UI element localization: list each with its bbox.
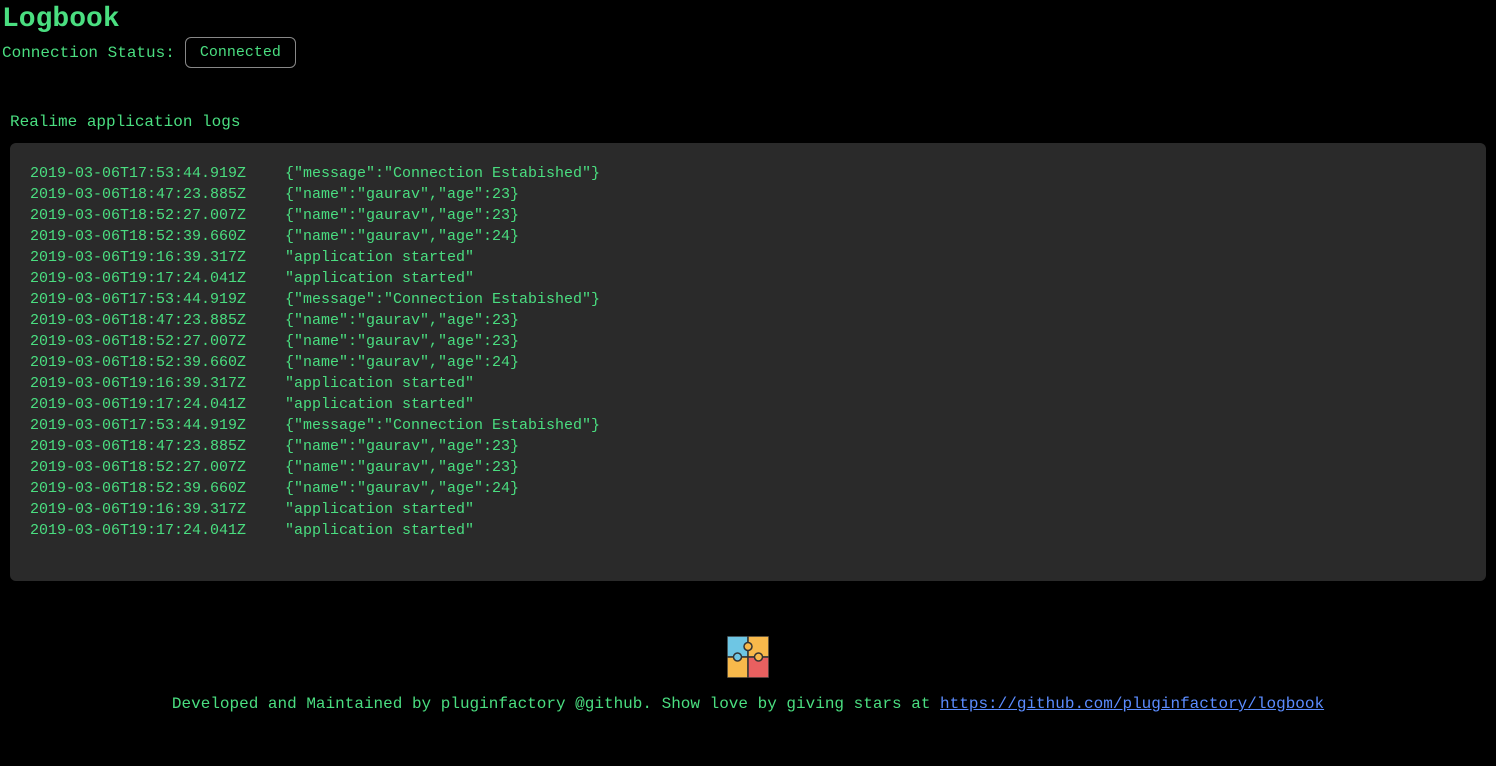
log-row: 2019-03-06T19:17:24.041Z"application sta… [30,268,1466,289]
logs-section-title: Realime application logs [10,113,1496,131]
log-timestamp: 2019-03-06T18:52:27.007Z [30,331,285,352]
log-timestamp: 2019-03-06T19:17:24.041Z [30,268,285,289]
logs-container[interactable]: 2019-03-06T17:53:44.919Z{"message":"Conn… [10,143,1486,581]
log-row: 2019-03-06T19:16:39.317Z"application sta… [30,499,1466,520]
logs-section: Realime application logs 2019-03-06T17:5… [0,113,1496,581]
footer: Developed and Maintained by pluginfactor… [0,636,1496,713]
log-payload: {"name":"gaurav","age":24} [285,478,519,499]
log-row: 2019-03-06T19:17:24.041Z"application sta… [30,520,1466,541]
log-row: 2019-03-06T18:52:39.660Z{"name":"gaurav"… [30,352,1466,373]
log-timestamp: 2019-03-06T18:47:23.885Z [30,184,285,205]
log-payload: {"message":"Connection Estabished"} [285,289,600,310]
log-payload: "application started" [285,247,474,268]
log-timestamp: 2019-03-06T19:16:39.317Z [30,373,285,394]
log-payload: {"name":"gaurav","age":23} [285,184,519,205]
log-payload: {"name":"gaurav","age":23} [285,310,519,331]
log-row: 2019-03-06T19:16:39.317Z"application sta… [30,247,1466,268]
log-payload: {"name":"gaurav","age":24} [285,352,519,373]
log-payload: {"message":"Connection Estabished"} [285,163,600,184]
log-row: 2019-03-06T18:47:23.885Z{"name":"gaurav"… [30,184,1466,205]
log-payload: {"message":"Connection Estabished"} [285,415,600,436]
log-payload: "application started" [285,520,474,541]
log-row: 2019-03-06T18:47:23.885Z{"name":"gaurav"… [30,436,1466,457]
log-timestamp: 2019-03-06T18:52:27.007Z [30,457,285,478]
log-timestamp: 2019-03-06T19:17:24.041Z [30,394,285,415]
footer-text-before: Developed and Maintained by pluginfactor… [172,695,940,713]
status-label: Connection Status: [2,44,175,62]
log-row: 2019-03-06T18:47:23.885Z{"name":"gaurav"… [30,310,1466,331]
footer-text: Developed and Maintained by pluginfactor… [0,695,1496,713]
log-row: 2019-03-06T17:53:44.919Z{"message":"Conn… [30,415,1466,436]
log-payload: {"name":"gaurav","age":23} [285,331,519,352]
log-payload: "application started" [285,373,474,394]
log-payload: "application started" [285,394,474,415]
log-timestamp: 2019-03-06T17:53:44.919Z [30,163,285,184]
log-payload: {"name":"gaurav","age":23} [285,457,519,478]
puzzle-icon [727,636,769,683]
log-timestamp: 2019-03-06T18:52:39.660Z [30,352,285,373]
status-line: Connection Status: Connected [2,37,1496,68]
log-timestamp: 2019-03-06T18:47:23.885Z [30,310,285,331]
log-payload: {"name":"gaurav","age":24} [285,226,519,247]
log-row: 2019-03-06T18:52:39.660Z{"name":"gaurav"… [30,478,1466,499]
log-payload: {"name":"gaurav","age":23} [285,436,519,457]
log-timestamp: 2019-03-06T18:52:27.007Z [30,205,285,226]
log-row: 2019-03-06T17:53:44.919Z{"message":"Conn… [30,289,1466,310]
log-timestamp: 2019-03-06T19:17:24.041Z [30,520,285,541]
log-timestamp: 2019-03-06T17:53:44.919Z [30,289,285,310]
log-timestamp: 2019-03-06T18:52:39.660Z [30,226,285,247]
log-row: 2019-03-06T17:53:44.919Z{"message":"Conn… [30,163,1466,184]
log-timestamp: 2019-03-06T19:16:39.317Z [30,247,285,268]
log-payload: "application started" [285,268,474,289]
log-timestamp: 2019-03-06T17:53:44.919Z [30,415,285,436]
log-payload: "application started" [285,499,474,520]
log-row: 2019-03-06T18:52:39.660Z{"name":"gaurav"… [30,226,1466,247]
app-title: Logbook [2,4,1496,35]
header: Logbook Connection Status: Connected [0,0,1496,68]
footer-link[interactable]: https://github.com/pluginfactory/logbook [940,695,1324,713]
log-row: 2019-03-06T18:52:27.007Z{"name":"gaurav"… [30,331,1466,352]
log-row: 2019-03-06T19:16:39.317Z"application sta… [30,373,1466,394]
log-payload: {"name":"gaurav","age":23} [285,205,519,226]
status-badge: Connected [185,37,296,68]
log-row: 2019-03-06T18:52:27.007Z{"name":"gaurav"… [30,457,1466,478]
log-timestamp: 2019-03-06T18:52:39.660Z [30,478,285,499]
log-timestamp: 2019-03-06T19:16:39.317Z [30,499,285,520]
log-timestamp: 2019-03-06T18:47:23.885Z [30,436,285,457]
log-row: 2019-03-06T19:17:24.041Z"application sta… [30,394,1466,415]
log-row: 2019-03-06T18:52:27.007Z{"name":"gaurav"… [30,205,1466,226]
